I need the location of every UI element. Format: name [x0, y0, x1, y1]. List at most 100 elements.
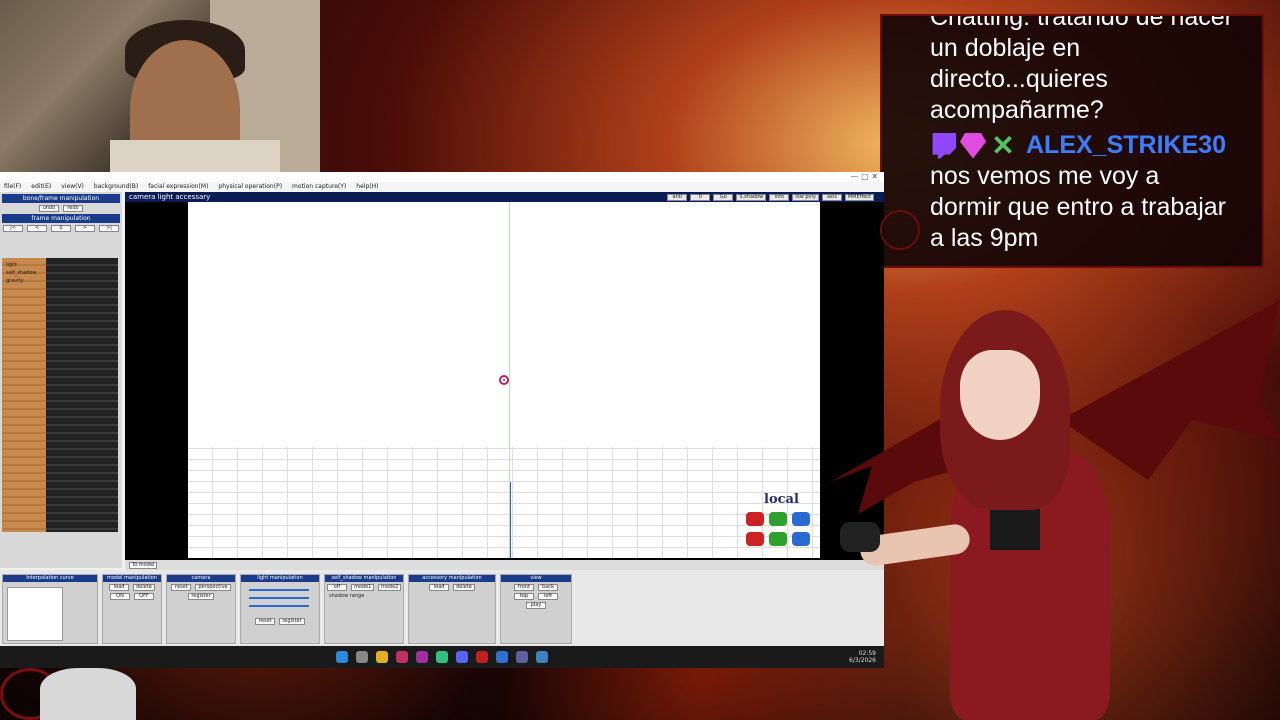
toolbar-info-button[interactable]: info: [769, 194, 790, 201]
toolbar-go-button[interactable]: Go: [713, 194, 734, 201]
model-delete-button[interactable]: delete: [133, 584, 155, 591]
timeline-item-light[interactable]: light: [6, 262, 17, 268]
pentagram-icon: [880, 210, 920, 250]
app-icon[interactable]: [536, 651, 548, 663]
floor-grid: [188, 447, 820, 558]
next-frame-button[interactable]: >: [75, 225, 95, 232]
light-register-button[interactable]: register: [279, 618, 305, 625]
toolbar-axis-button[interactable]: axis: [821, 194, 842, 201]
timeline-frames[interactable]: [46, 258, 118, 532]
twitch-icon: [932, 132, 956, 159]
xbox-icon: ✕: [991, 129, 1015, 161]
app-icon[interactable]: [516, 651, 528, 663]
app-icon[interactable]: [416, 651, 428, 663]
to-model-button[interactable]: To model: [129, 561, 158, 569]
menu-view[interactable]: view(V): [61, 182, 84, 192]
accessory-load-button[interactable]: load: [429, 584, 450, 591]
rotate-x-button[interactable]: [746, 512, 764, 526]
shadow-off-button[interactable]: off: [327, 584, 347, 591]
discord-icon[interactable]: [456, 651, 468, 663]
prev-frame-button[interactable]: <: [27, 225, 47, 232]
toolbar-shadow-button[interactable]: S.shadow: [736, 194, 767, 201]
view-panel: view front back top left play: [500, 574, 572, 644]
window-controls[interactable]: — ▢ ✕: [851, 172, 878, 181]
light-r-slider[interactable]: [249, 589, 309, 591]
redo-button[interactable]: redo: [63, 205, 83, 212]
app-icon[interactable]: [476, 651, 488, 663]
chat-message-line: nos vemos me voy a: [930, 162, 1160, 190]
menu-motion-capture[interactable]: motion capture(Y): [292, 182, 346, 192]
shadow-mode1-button[interactable]: mode1: [351, 584, 374, 591]
chat-message-line: un doblaje en: [930, 34, 1081, 62]
window-titlebar: — ▢ ✕: [0, 172, 884, 182]
move-y-button[interactable]: [769, 532, 787, 546]
light-target-marker[interactable]: [499, 375, 509, 385]
menu-physical-operation[interactable]: physical operation(P): [218, 182, 282, 192]
toolbar-lowpoly-button[interactable]: low poly: [792, 194, 819, 201]
self-shadow-header: self_shadow manipulation: [325, 575, 403, 582]
camera-header: camera: [167, 575, 235, 582]
on-button[interactable]: ON: [110, 593, 130, 600]
light-reset-button[interactable]: reset: [255, 618, 276, 625]
undo-button[interactable]: undo: [39, 205, 59, 212]
axis-controls: [746, 512, 814, 546]
3d-viewport[interactable]: local: [188, 202, 820, 558]
viewport-toolbar: anti 0 Go S.shadow info low poly axis MM…: [667, 194, 874, 201]
first-frame-button[interactable]: |<: [3, 225, 23, 232]
chat-user-line: ✕ ALEX_STRIKE30: [930, 130, 1242, 161]
camera-register-button[interactable]: register: [188, 593, 214, 600]
interpolation-panel: Interpolation curve: [2, 574, 98, 644]
play-button[interactable]: play: [526, 602, 546, 609]
menu-background[interactable]: background(B): [94, 182, 138, 192]
frame-number-input[interactable]: 0: [51, 225, 71, 232]
menu-help[interactable]: help(H): [356, 182, 378, 192]
shadow-mode2-button[interactable]: mode2: [378, 584, 401, 591]
interpolation-curve[interactable]: [7, 587, 63, 641]
app-icon[interactable]: [496, 651, 508, 663]
task-view-icon[interactable]: [356, 651, 368, 663]
chat-message-line: dormir que entro a trabajar: [930, 193, 1226, 221]
chat-username: ALEX_STRIKE30: [1026, 131, 1227, 159]
perspective-button[interactable]: perspective: [195, 584, 231, 591]
frame-manipulation-header: frame manipulation: [2, 214, 120, 223]
model-panel: model manipulation load delete ON OFF: [102, 574, 162, 644]
bone-frame-panel: bone/frame manipulation undo redo frame …: [0, 192, 122, 568]
rotate-z-button[interactable]: [792, 512, 810, 526]
rotate-y-button[interactable]: [769, 512, 787, 526]
camera-reset-button[interactable]: reset: [171, 584, 192, 591]
menu-facial-expression[interactable]: facial expression(M): [148, 182, 208, 192]
light-g-slider[interactable]: [249, 597, 309, 599]
light-b-slider[interactable]: [249, 605, 309, 607]
last-frame-button[interactable]: >|: [99, 225, 119, 232]
model-load-button[interactable]: load: [109, 584, 130, 591]
chat-message-line: a las 9pm: [930, 224, 1039, 252]
view-front-button[interactable]: front: [514, 584, 534, 591]
toolbar-frame-input[interactable]: 0: [690, 194, 711, 201]
accessory-delete-button[interactable]: delete: [453, 584, 475, 591]
cat-image: [40, 668, 136, 720]
menu-file[interactable]: file(F): [4, 182, 21, 192]
view-top-button[interactable]: top: [514, 593, 534, 600]
timeline-item-gravity[interactable]: gravity: [6, 278, 24, 284]
timeline-item-self-shadow[interactable]: self_shadow: [6, 270, 37, 276]
toolbar-anti-button[interactable]: anti: [667, 194, 688, 201]
view-left-button[interactable]: left: [538, 593, 558, 600]
move-x-button[interactable]: [746, 532, 764, 546]
viewport-frame: local: [125, 202, 884, 560]
windows-taskbar: 02:59 6/3/2026: [0, 646, 884, 668]
app-icon[interactable]: [396, 651, 408, 663]
gem-icon: [960, 132, 986, 159]
mmeffect-badge[interactable]: MMEffect: [844, 194, 874, 201]
menu-edit[interactable]: edit(E): [31, 182, 51, 192]
local-axis-label: local: [764, 492, 799, 507]
move-z-button[interactable]: [792, 532, 810, 546]
bone-frame-header: bone/frame manipulation: [2, 194, 120, 203]
view-back-button[interactable]: back: [538, 584, 558, 591]
app-icon[interactable]: [436, 651, 448, 663]
avatar-glove: [840, 522, 880, 552]
file-explorer-icon[interactable]: [376, 651, 388, 663]
off-button[interactable]: OFF: [134, 593, 154, 600]
model-header: model manipulation: [103, 575, 161, 582]
windows-start-icon[interactable]: [336, 651, 348, 663]
timeline-list[interactable]: light self_shadow gravity: [2, 258, 118, 532]
